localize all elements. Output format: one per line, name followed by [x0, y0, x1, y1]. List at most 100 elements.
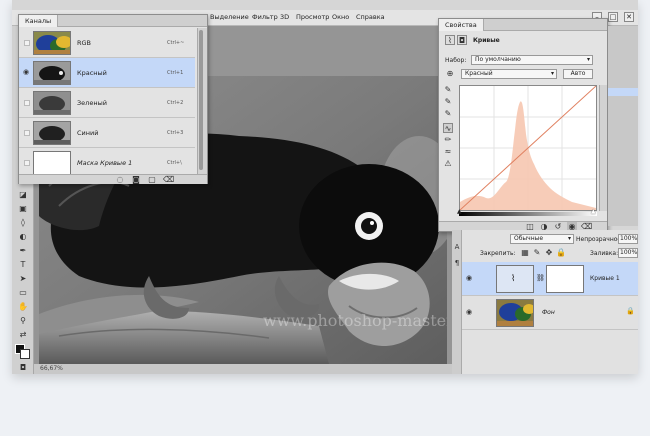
curves-icon: ⌇ — [445, 35, 455, 45]
shape-tool-icon[interactable]: ▭ — [17, 288, 29, 298]
curves-graph[interactable] — [459, 85, 597, 211]
lock-label: Закрепить: — [480, 250, 516, 257]
path-select-tool-icon[interactable]: ➤ — [17, 274, 29, 284]
visibility-toggle[interactable] — [24, 40, 30, 46]
channel-row-blue[interactable]: Синий Ctrl+3 — [19, 118, 195, 148]
layer-name: Фон — [542, 309, 555, 316]
pencil-draw-icon[interactable]: ✏ — [443, 135, 453, 145]
channel-shortcut: Ctrl+~ — [167, 40, 185, 46]
layer-row-curves[interactable]: ◉ ⌇ ⛓ Кривые 1 — [462, 262, 638, 296]
watermark-text: www.photoshop-master.ru — [263, 311, 447, 330]
zoom-tool-icon[interactable]: ⚲ — [17, 316, 29, 326]
channel-value: Красный — [465, 70, 493, 77]
chevron-down-icon: ▾ — [586, 56, 590, 63]
opacity-input[interactable]: 100% — [618, 234, 638, 244]
visibility-toggle[interactable] — [24, 160, 30, 166]
menu-3d[interactable]: 3D — [280, 13, 289, 21]
visibility-toggle[interactable] — [24, 130, 30, 136]
background-color-swatch[interactable] — [20, 349, 30, 359]
swap-colors-icon[interactable]: ⇄ — [17, 330, 29, 340]
channel-name: Маска Кривые 1 — [77, 159, 133, 167]
channel-name: Красный — [77, 69, 107, 77]
target-adjust-icon[interactable]: ⊕ — [445, 69, 455, 79]
type-tool-icon[interactable]: T — [17, 260, 29, 270]
menu-select[interactable]: Выделение — [210, 13, 249, 21]
layer-row-background[interactable]: ◉ Фон 🔒 — [462, 296, 638, 330]
preset-value: По умолчанию — [475, 56, 521, 63]
eyedropper-black-icon[interactable]: ✎ — [443, 85, 453, 95]
menu-help[interactable]: Справка — [356, 13, 385, 21]
channel-thumbnail-mask — [33, 151, 71, 175]
chevron-down-icon: ▾ — [567, 235, 571, 242]
lock-pixels-icon[interactable]: ▦ — [520, 248, 530, 258]
properties-panel: Свойства ⌇ ◘ Кривые Набор: По умолчанию … — [438, 18, 608, 232]
properties-scrollbar[interactable] — [599, 85, 607, 211]
lock-icon: 🔒 — [626, 307, 635, 315]
output-gradient-bar — [459, 212, 597, 216]
fill-label: Заливка: — [590, 250, 619, 257]
close-button[interactable]: ✕ — [624, 12, 634, 22]
eyedropper-gray-icon[interactable]: ✎ — [443, 97, 453, 107]
new-channel-icon[interactable]: ▢ — [147, 175, 157, 185]
paragraph-panel-icon[interactable]: ¶ — [452, 258, 462, 268]
type-panel-icon[interactable]: A — [452, 242, 462, 252]
preset-label: Набор: — [445, 57, 467, 64]
eye-icon[interactable]: ◉ — [466, 274, 474, 282]
zoom-readout[interactable]: 66,67% — [40, 365, 63, 372]
curve-edit-icon[interactable]: ∿ — [443, 123, 453, 133]
lock-icon[interactable]: 🔒 — [556, 248, 566, 258]
trash-icon[interactable]: ⌫ — [163, 175, 174, 185]
channel-row-rgb[interactable]: RGB Ctrl+~ — [19, 28, 195, 58]
scrollbar-thumb[interactable] — [199, 30, 203, 170]
right-dock — [608, 26, 638, 226]
eyedropper-white-icon[interactable]: ✎ — [443, 109, 453, 119]
fill-input[interactable]: 100% — [618, 248, 638, 258]
channel-shortcut: Ctrl+\ — [167, 160, 182, 166]
eye-icon[interactable]: ◉ — [466, 308, 474, 316]
blend-mode-select[interactable]: Обычные ▾ — [510, 234, 574, 244]
adjustment-title: Кривые — [473, 37, 500, 44]
eraser-tool-icon[interactable]: ◪ — [17, 190, 29, 200]
channel-thumbnail-red — [33, 61, 71, 85]
hand-tool-icon[interactable]: ✋ — [17, 302, 29, 312]
black-point-slider[interactable]: ▲ — [457, 208, 462, 215]
channel-name: Синий — [77, 129, 99, 137]
dodge-tool-icon[interactable]: ◐ — [17, 232, 29, 242]
pen-tool-icon[interactable]: ✒ — [17, 246, 29, 256]
eye-icon[interactable]: ◉ — [23, 68, 31, 76]
channel-name: Зеленый — [77, 99, 107, 107]
auto-button[interactable]: Авто — [563, 69, 593, 79]
layer-mask-thumbnail[interactable] — [546, 265, 584, 293]
lock-paint-icon[interactable]: ✎ — [532, 248, 542, 258]
preset-select[interactable]: По умолчанию ▾ — [471, 55, 593, 65]
photoshop-window: Выделение Фильтр 3D Просмотр Окно Справк… — [12, 0, 638, 374]
chain-link-icon[interactable]: ⛓ — [536, 274, 545, 282]
mask-icon[interactable]: ◘ — [457, 35, 467, 45]
gradient-tool-icon[interactable]: ▣ — [17, 204, 29, 214]
channels-footer: ◌ ◙ ▢ ⌫ — [19, 174, 207, 184]
tab-channels[interactable]: Каналы — [19, 15, 59, 27]
restore-button[interactable]: □ — [608, 12, 618, 22]
white-point-slider[interactable]: ▲ — [591, 208, 596, 215]
channel-name: RGB — [77, 39, 92, 47]
visibility-toggle[interactable] — [24, 100, 30, 106]
menu-view[interactable]: Просмотр — [296, 13, 329, 21]
clipping-warning-icon[interactable]: ⚠ — [443, 159, 453, 169]
lock-position-icon[interactable]: ✥ — [544, 248, 554, 258]
quick-mask-icon[interactable]: ◘ — [17, 363, 29, 373]
menu-window[interactable]: Окно — [332, 13, 349, 21]
channel-shortcut: Ctrl+1 — [167, 70, 184, 76]
channel-select[interactable]: Красный ▾ — [461, 69, 557, 79]
blur-tool-icon[interactable]: ◊ — [17, 218, 29, 228]
channel-row-red[interactable]: ◉ Красный Ctrl+1 — [19, 58, 195, 88]
menu-filter[interactable]: Фильтр — [252, 13, 278, 21]
curves-histogram — [459, 85, 597, 211]
tab-properties[interactable]: Свойства — [439, 19, 484, 31]
channel-shortcut: Ctrl+3 — [167, 130, 184, 136]
status-bar: 66,67% — [34, 364, 452, 374]
load-selection-icon[interactable]: ◌ — [115, 175, 125, 185]
save-selection-icon[interactable]: ◙ — [131, 175, 141, 185]
channels-scrollbar[interactable] — [197, 28, 207, 174]
smooth-curve-icon[interactable]: ≈ — [443, 147, 453, 157]
channel-row-green[interactable]: Зеленый Ctrl+2 — [19, 88, 195, 118]
